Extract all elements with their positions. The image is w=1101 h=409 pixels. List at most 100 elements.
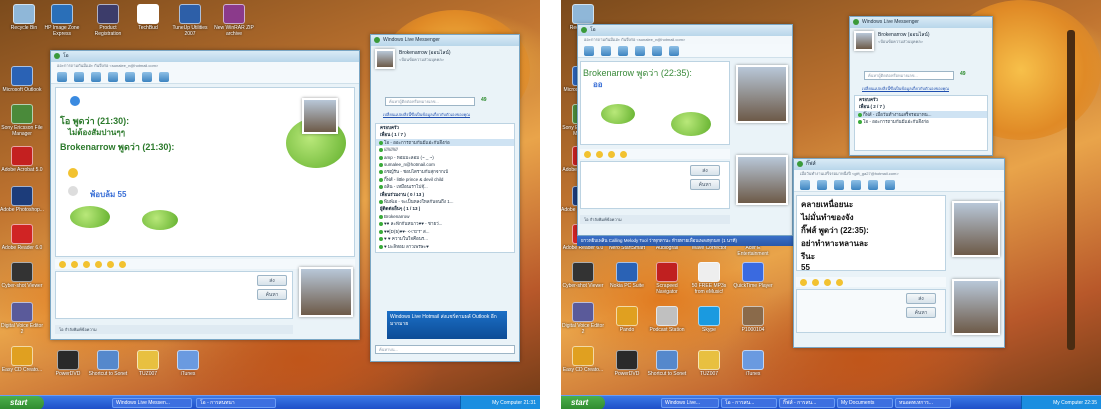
games-icon[interactable] [669, 45, 679, 56]
voice-clip-icon[interactable] [620, 150, 627, 158]
wink-icon[interactable] [71, 260, 78, 268]
chat-window-back[interactable]: โอ ออะการถามกันมีแอ่ะ กันจึงก่อ <sunalee… [577, 24, 793, 236]
contact-item[interactable]: Brokenarrow [376, 213, 514, 220]
contact-item[interactable]: อลิน - เหมือนเราไปจุ๊... [376, 183, 514, 190]
desktop-icon-cybershot[interactable]: Cyber-shot Viewer [561, 262, 605, 289]
messenger-title[interactable]: Windows Live Messenger [850, 17, 992, 28]
desktop-icon-product-registration[interactable]: Product Registration [86, 4, 130, 37]
video-icon[interactable] [834, 179, 844, 190]
contact-item[interactable]: กิ๊ฟส์ - little prince & devil child [376, 176, 514, 183]
call-icon[interactable] [635, 45, 645, 56]
activities-icon[interactable] [652, 45, 662, 56]
taskbar-item[interactable]: โอ - การสน... [721, 398, 777, 408]
conversation-pane[interactable]: Brokenarrow พูดว่า (22:35): ออ [580, 61, 730, 145]
chat-window[interactable]: โอ ออะการถามกันมีแอ่ะ กันจึงก่อ <sunalee… [50, 50, 360, 340]
desktop-icon-itunes[interactable]: iTunes [731, 350, 775, 377]
personal-message[interactable]: <ป้อนข้อความส่วนบุคคล> [399, 56, 444, 63]
personal-message[interactable]: <ป้อนข้อความส่วนบุคคล> [878, 38, 923, 45]
share-files-icon[interactable] [817, 179, 827, 190]
games-icon[interactable] [142, 71, 152, 82]
desktop-icon-outlook[interactable]: Microsoft Outlook [0, 66, 44, 93]
desktop-icon-powerdvd[interactable]: PowerDVD [46, 350, 90, 377]
voice-clip-icon[interactable] [95, 260, 102, 268]
contact-group[interactable]: เพื่อนร่วมงาน ( 0 / 13 ) [376, 191, 514, 198]
games-icon[interactable] [885, 179, 895, 190]
contact-search-input[interactable]: ค้นหาผู้ติดต่อหรือหมายเลข... [864, 71, 954, 80]
video-icon[interactable] [91, 71, 101, 82]
call-icon[interactable] [108, 71, 118, 82]
nudge-icon[interactable] [608, 150, 615, 158]
profile-info-link[interactable]: เปลี่ยนแปลงสิ่งนี้ซึ่งเป็นข้อมูลเกี่ยวกั… [383, 111, 513, 118]
my-display-picture[interactable] [736, 155, 788, 205]
contact-group[interactable]: เพื่อน ( 2 / 7 ) [855, 103, 987, 110]
contact-item[interactable]: อชญ์รัน - ชอบไตรามกับสุกจากเป๋ [376, 168, 514, 175]
desktop-icon-powerdvd[interactable]: PowerDVD [605, 350, 649, 377]
contact-item[interactable]: sumalee_n@hotmail.com [376, 161, 514, 168]
wink-icon[interactable] [812, 278, 819, 286]
desktop-icon-nokia-pc-suite[interactable]: Nokia PC Suite [605, 262, 649, 289]
taskbar-item[interactable]: โอ - การสนทนา [196, 398, 276, 408]
contact-item[interactable]: กิ๊ฟส์ - เมื่อวันทำงานเสร็จรอมาหน... [855, 110, 987, 119]
hotmail-banner[interactable]: Windows Live Hotmail ส่งแชร์ตามผลั Outlo… [387, 311, 507, 339]
start-button[interactable]: start [561, 396, 605, 409]
conversation-pane[interactable]: โอ พูดว่า (21:30): ไม่ต้องสัมปานๆๆ Broke… [55, 87, 355, 257]
my-avatar[interactable] [854, 31, 874, 51]
taskbar-item[interactable]: My Documents [837, 398, 893, 408]
chat-window-title[interactable]: โอ [51, 51, 359, 62]
desktop-icon-acrobat[interactable]: Adobe Acrobat 5.0 [0, 146, 44, 173]
share-files-icon[interactable] [74, 71, 84, 82]
chat-window-front[interactable]: กิ๊ฟส์ เมื่อวันทำงานเสร็จรอมาหนึ่งปี <gi… [793, 158, 1005, 348]
desktop-icon-skype[interactable]: Skype [687, 306, 731, 333]
messenger-title[interactable]: Windows Live Messenger [371, 35, 519, 46]
background-icon[interactable] [119, 260, 126, 268]
desktop-icon-adobe-reader[interactable]: Adobe Reader 6.0 [0, 224, 44, 251]
desktop-icon-winrar-zip[interactable]: New WinRAR ZIP archive [212, 4, 256, 37]
desktop-icon-cybershot[interactable]: Cyber-shot Viewer [0, 262, 44, 289]
my-display-picture[interactable] [952, 279, 1000, 335]
desktop-icon-podcast-station[interactable]: Podcast Station [645, 306, 689, 333]
contact-item[interactable]: ♥ ♥ ความในใจคือนร... [376, 235, 514, 242]
my-avatar[interactable] [375, 49, 395, 69]
send-button[interactable]: ส่ง [257, 275, 287, 286]
search-button[interactable]: ค้นหา [906, 307, 936, 318]
chat-window-title[interactable]: โอ [578, 25, 792, 36]
buddy-display-picture[interactable] [952, 201, 1000, 257]
start-button[interactable]: start [0, 396, 44, 409]
contact-item[interactable]: /////////// [376, 146, 514, 153]
desktop-icon-itunes[interactable]: iTunes [166, 350, 210, 377]
taskbar-item[interactable]: Windows Live... [661, 398, 719, 408]
video-icon[interactable] [618, 45, 628, 56]
contact-list[interactable]: ครอบครัว เพื่อน ( 2 / 7 ) กิ๊ฟส์ - เมื่อวั… [854, 95, 988, 151]
messenger-window[interactable]: Windows Live Messenger Brokenarrow (ออนไ… [370, 34, 520, 362]
desktop-icon-easy-cd[interactable]: Easy CD Creato... [0, 346, 44, 373]
desktop-icon-tuneup[interactable]: TuneUp Utilities 2007 [168, 4, 212, 37]
desktop-icon-voice-editor[interactable]: Digital Voice Editor 2 [0, 302, 44, 335]
taskbar-item[interactable]: หนอดทเหการ... [895, 398, 951, 408]
desktop-icon-scrapeed[interactable]: Scrapeed Navigator [645, 262, 689, 295]
conversation-pane[interactable]: คลายเหนื่อยนะ ไม่มั่นทำของจัง กิ๊ฟส์ พูด… [796, 195, 946, 271]
buddy-display-picture[interactable] [736, 65, 788, 123]
contact-group[interactable]: ครอบครัว [855, 96, 987, 103]
notification-banner[interactable]: ยาวหยิบเพลิน Calling Melody Tool ว่าทุกท… [577, 236, 793, 246]
contact-group[interactable]: ครอบครัว [376, 124, 514, 131]
my-display-picture[interactable] [299, 267, 353, 317]
desktop-icon-quicktime[interactable]: QuickTime Player [731, 262, 775, 289]
contact-item[interactable]: โอ - ออะการถามกันมีแอ่ะกันจึงก่อ [855, 118, 987, 125]
taskbar-item[interactable]: กิ๊ฟส์ - การสน... [779, 398, 835, 408]
invite-icon[interactable] [57, 71, 67, 82]
emoticon-icon[interactable] [584, 150, 591, 158]
contact-item[interactable]: ♥ มะลิหอม ลาวเพรษะ♥ [376, 243, 514, 250]
voice-clip-icon[interactable] [836, 278, 843, 286]
contact-item[interactable]: amp - หอมมะลอม (~ _ ~) [376, 154, 514, 161]
contact-search-input[interactable]: ค้นหาผู้ติดต่อหรือหมายเลข... [385, 97, 475, 106]
desktop-icon-tuz007[interactable]: TUZ007 [687, 350, 731, 377]
contact-group[interactable]: เพื่อน ( 1 / 7 ) [376, 131, 514, 138]
desktop-icon-sonet[interactable]: Shortcut to Sonet [645, 350, 689, 377]
share-files-icon[interactable] [601, 45, 611, 56]
invite-icon[interactable] [584, 45, 594, 56]
contact-item[interactable]: ♥♥ ละฟักกันหนาว♥♥ - ชายว่... [376, 220, 514, 227]
search-button[interactable]: ค้นหา [690, 179, 720, 190]
contact-item[interactable]: โอ - ออะการถามกันมีแอ่ะกันจึงก่อ [376, 138, 514, 147]
messenger-window[interactable]: Windows Live Messenger Brokenarrow (ออนไ… [849, 16, 993, 156]
emoticon-icon[interactable] [59, 260, 66, 268]
